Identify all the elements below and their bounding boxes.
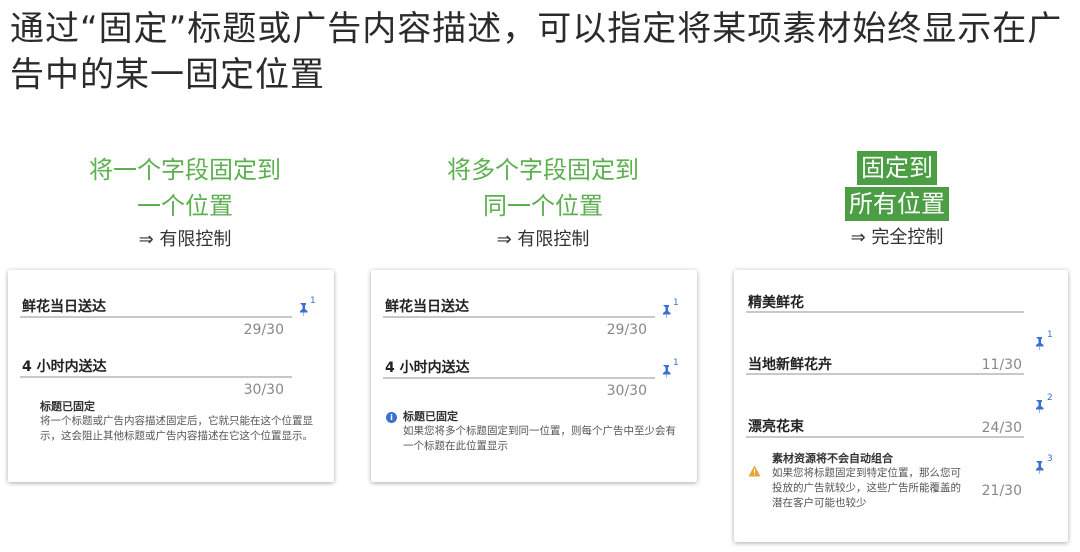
- column-heading-line1: 将多个字段固定到: [447, 156, 639, 184]
- field-underline: [20, 376, 292, 378]
- note-body: 如果您将多个标题固定到同一位置，则每个广告中至少会有一个标题在此位置显示: [403, 425, 676, 452]
- pin-icon[interactable]: [659, 364, 673, 378]
- headline-field-3[interactable]: 漂亮花束: [748, 416, 804, 436]
- field-underline: [746, 311, 1024, 313]
- column-heading-sub: ⇒ 有限控制: [496, 229, 590, 250]
- column-heading-line2: 所有位置: [845, 187, 949, 221]
- char-count: 11/30: [981, 357, 1022, 373]
- headline-field-2[interactable]: 当地新鲜花卉: [748, 354, 832, 374]
- info-icon: i: [386, 412, 397, 423]
- card-pin-many-fields: 鲜花当日送达 1 29/30 4 小时内送达 1 30/30 i 标题已固定 如…: [371, 270, 697, 482]
- note-title: 素材资源将不会自动组合: [772, 452, 893, 465]
- page-title: 通过“固定”标题或广告内容描述，可以指定将某项素材始终显示在广告中的某一固定位置: [10, 9, 1063, 95]
- card-pin-all-positions: 精美鲜花 1 当地新鲜花卉 11/30 2 漂亮花束 24/30 3 素材资源将…: [734, 270, 1068, 542]
- char-count: 30/30: [243, 382, 284, 398]
- warning-icon: [748, 462, 761, 477]
- headline-field-2[interactable]: 4 小时内送达: [22, 356, 107, 376]
- pin-position-number: 1: [310, 296, 316, 306]
- pin-position-number: 1: [673, 298, 679, 308]
- column-heading-sub: ⇒ 完全控制: [850, 227, 944, 248]
- pin-position-number: 3: [1047, 454, 1053, 464]
- column-heading-line1: 固定到: [857, 151, 937, 185]
- pin-icon[interactable]: [1032, 399, 1046, 413]
- column-heading-3: 固定到 所有位置 ⇒ 完全控制: [772, 150, 1022, 252]
- field-underline: [20, 316, 292, 318]
- note-title: 标题已固定: [40, 400, 95, 413]
- char-count: 29/30: [606, 322, 647, 338]
- field-underline: [383, 377, 655, 379]
- char-count: 21/30: [981, 483, 1022, 499]
- char-count: 24/30: [981, 420, 1022, 436]
- pin-icon[interactable]: [659, 304, 673, 318]
- headline-field-1[interactable]: 鲜花当日送达: [22, 296, 106, 316]
- pin-icon[interactable]: [296, 302, 310, 316]
- char-count: 29/30: [243, 322, 284, 338]
- headline-field-2[interactable]: 4 小时内送达: [385, 357, 470, 377]
- column-heading-line1: 将一个字段固定到: [89, 156, 281, 184]
- pin-position-number: 1: [673, 358, 679, 368]
- headline-field-1[interactable]: 精美鲜花: [748, 292, 804, 312]
- note-title: 标题已固定: [403, 410, 458, 423]
- field-underline: [383, 316, 655, 318]
- column-heading-2: 将多个字段固定到 同一个位置 ⇒ 有限控制: [418, 152, 668, 254]
- headline-field-1[interactable]: 鲜花当日送达: [385, 296, 469, 316]
- pin-position-number: 1: [1047, 330, 1053, 340]
- column-heading-sub: ⇒ 有限控制: [138, 229, 232, 250]
- card-pin-one-field: 鲜花当日送达 1 29/30 4 小时内送达 30/30 标题已固定 将一个标题…: [8, 270, 334, 482]
- pin-position-number: 2: [1047, 393, 1053, 403]
- column-heading-line2: 一个位置: [137, 192, 233, 220]
- column-heading-1: 将一个字段固定到 一个位置 ⇒ 有限控制: [60, 152, 310, 254]
- field-underline: [746, 373, 1024, 375]
- char-count: 30/30: [606, 383, 647, 399]
- note-body: 将一个标题或广告内容描述固定后，它就只能在这个位置显示，这会阻止其他标题或广告内…: [40, 415, 313, 442]
- column-heading-line2: 同一个位置: [483, 192, 603, 220]
- pin-icon[interactable]: [1032, 336, 1046, 350]
- field-underline: [746, 436, 1024, 438]
- pin-icon[interactable]: [1032, 460, 1046, 474]
